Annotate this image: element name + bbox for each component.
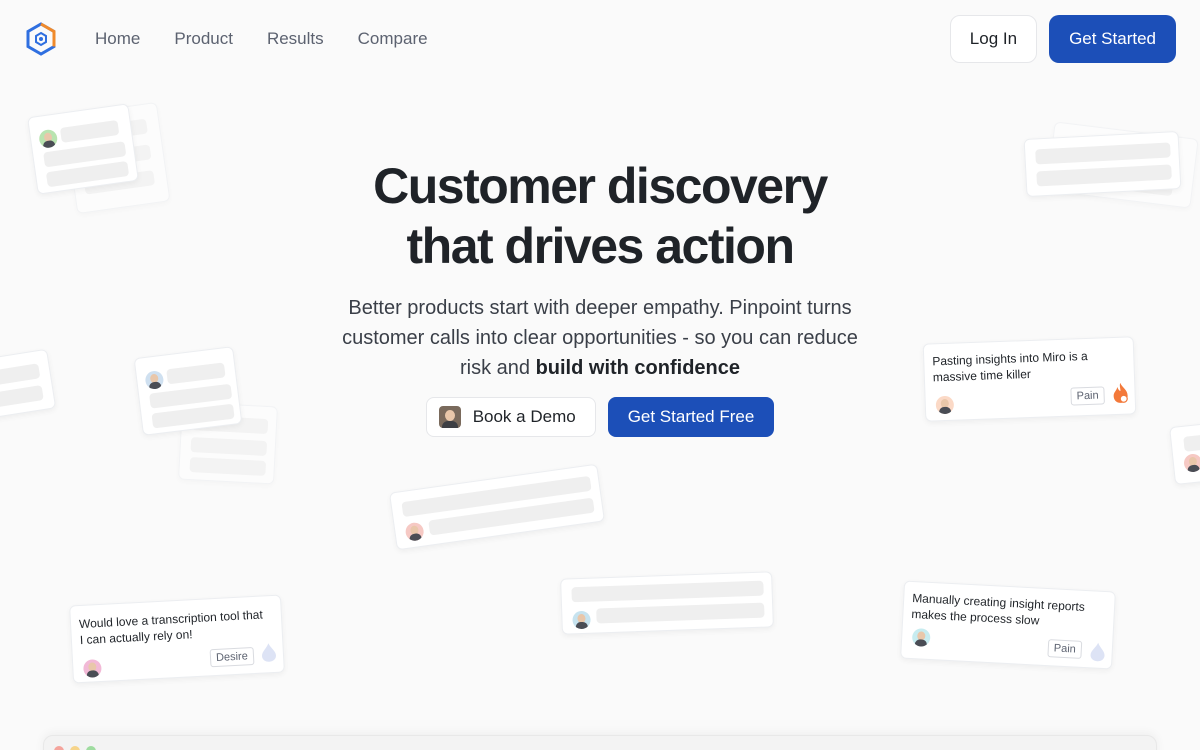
avatar — [82, 659, 102, 678]
nav-link-results[interactable]: Results — [267, 29, 324, 49]
insight-card: Would love a transcription tool that I c… — [69, 594, 285, 684]
window-close-dot — [54, 746, 64, 750]
insight-quote: Would love a transcription tool that I c… — [78, 607, 264, 648]
app-preview-window — [43, 735, 1157, 750]
hero-title: Customer discovery that drives action — [0, 156, 1200, 276]
avatar — [144, 369, 165, 391]
book-demo-button[interactable]: Book a Demo — [425, 397, 596, 437]
insight-quote: Manually creating insight reports makes … — [911, 590, 1086, 628]
window-maximize-dot — [86, 746, 96, 750]
nav-link-home[interactable]: Home — [95, 29, 140, 49]
top-nav: Home Product Results Compare Log In Get … — [0, 0, 1200, 78]
hero-subtitle-emphasis: build with confidence — [535, 357, 741, 379]
nav-link-compare[interactable]: Compare — [358, 29, 428, 49]
insight-tag: Pain — [1047, 639, 1083, 659]
avatar — [1183, 453, 1200, 473]
nav-actions: Log In Get Started — [949, 15, 1176, 63]
skeleton-card — [388, 463, 606, 551]
book-demo-label: Book a Demo — [472, 407, 576, 426]
pinpoint-logo-icon[interactable] — [24, 22, 58, 56]
insight-quote: Pasting insights into Miro is a massive … — [932, 348, 1088, 385]
hero-title-line2: that drives action — [406, 218, 796, 274]
hero-subtitle: Better products start with deeper empath… — [340, 293, 860, 383]
avatar — [911, 628, 931, 647]
insight-card: Manually creating insight reports makes … — [900, 580, 1116, 670]
hero-title-line1: Customer discovery — [373, 158, 828, 214]
login-button[interactable]: Log In — [949, 15, 1038, 63]
window-minimize-dot — [70, 746, 80, 750]
avatar — [572, 610, 591, 630]
avatar — [438, 406, 461, 428]
skeleton-card — [560, 571, 774, 635]
avatar — [404, 521, 425, 542]
hero-cta-row: Book a Demo Get Started Free — [0, 397, 1200, 437]
drop-icon — [262, 643, 276, 662]
get-started-free-button[interactable]: Get Started Free — [607, 397, 775, 437]
insight-tag: Desire — [209, 647, 255, 668]
avatar — [38, 128, 59, 149]
nav-link-product[interactable]: Product — [174, 29, 233, 49]
get-started-button[interactable]: Get Started — [1049, 15, 1176, 63]
nav-links: Home Product Results Compare — [78, 29, 445, 49]
drop-icon — [1090, 642, 1105, 662]
